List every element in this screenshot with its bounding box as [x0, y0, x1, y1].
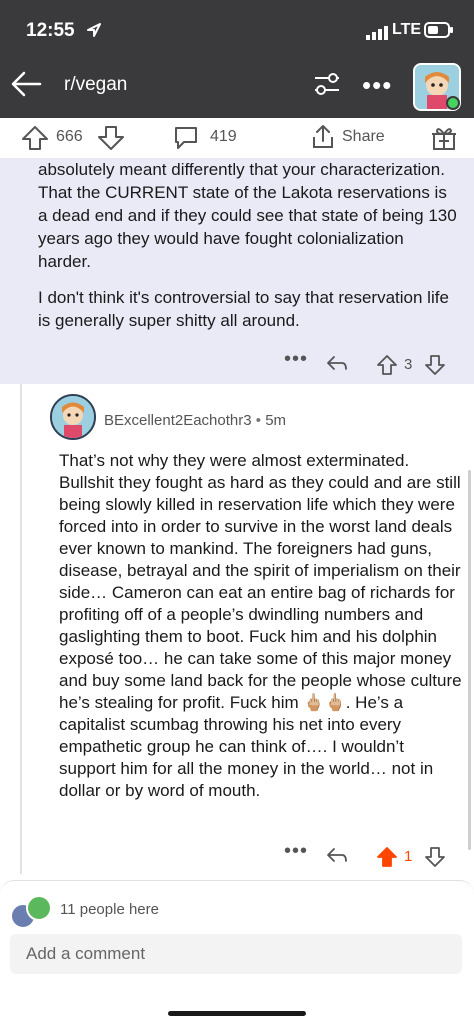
share-button[interactable]: Share [342, 128, 385, 146]
comment-icon[interactable] [172, 124, 200, 157]
parent-paragraph-2: I don't think it's controversial to say … [38, 288, 449, 330]
parent-paragraph-1: absolutely meant differently that your c… [38, 160, 457, 271]
comment-placeholder: Add a comment [26, 944, 146, 963]
comment-age: 5m [265, 412, 287, 429]
downvote-icon[interactable] [424, 354, 446, 380]
avatar [26, 895, 52, 921]
online-status-dot [446, 96, 460, 110]
more-options-icon[interactable]: ••• [362, 70, 392, 101]
share-icon[interactable] [310, 123, 336, 156]
status-time: 12:55 [26, 20, 75, 41]
reply-icon[interactable] [326, 846, 348, 870]
top-bar: 12:55 LTE r/vegan ••• [0, 0, 474, 118]
add-comment-input[interactable]: Add a comment [10, 934, 462, 974]
people-here-count: 11 people here [60, 901, 159, 918]
downvote-icon[interactable] [424, 846, 446, 872]
post-score: 666 [56, 128, 83, 145]
reply-comment-body: That’s not why they were almost extermin… [59, 451, 462, 800]
comment-meta: BExcellent2Eachothr3 • 5m [104, 412, 286, 429]
network-type: LTE [392, 21, 422, 38]
people-here-avatars [10, 895, 52, 929]
post-action-bar: 666 419 Share [0, 118, 474, 159]
parent-comment-body: absolutely meant differently that your c… [38, 158, 458, 345]
sort-filter-icon[interactable] [311, 70, 343, 103]
comment-count: 419 [210, 128, 237, 145]
home-indicator[interactable] [168, 1011, 306, 1016]
scrollbar[interactable] [468, 470, 471, 850]
comment-score: 1 [404, 848, 413, 865]
parent-comment: absolutely meant differently that your c… [0, 158, 474, 384]
battery-icon [424, 22, 454, 43]
comment-composer-area: 11 people here Add a comment [0, 880, 474, 1026]
award-icon[interactable] [430, 124, 458, 157]
upvote-icon[interactable] [376, 354, 398, 380]
signal-icon [366, 26, 388, 45]
more-options-icon[interactable]: ••• [284, 840, 308, 863]
back-arrow-icon[interactable] [10, 70, 42, 103]
comment-score: 3 [404, 356, 413, 373]
upvote-icon[interactable] [376, 846, 398, 872]
commenter-avatar[interactable] [50, 394, 96, 440]
meta-separator: • [255, 412, 262, 429]
thread-line[interactable] [20, 384, 22, 874]
upvote-icon[interactable] [20, 124, 50, 157]
reply-icon[interactable] [326, 354, 348, 378]
location-arrow-icon [86, 22, 102, 43]
downvote-icon[interactable] [96, 124, 126, 157]
more-options-icon[interactable]: ••• [284, 348, 308, 371]
comment-author[interactable]: BExcellent2Eachothr3 [104, 412, 252, 429]
subreddit-title[interactable]: r/vegan [64, 74, 127, 96]
